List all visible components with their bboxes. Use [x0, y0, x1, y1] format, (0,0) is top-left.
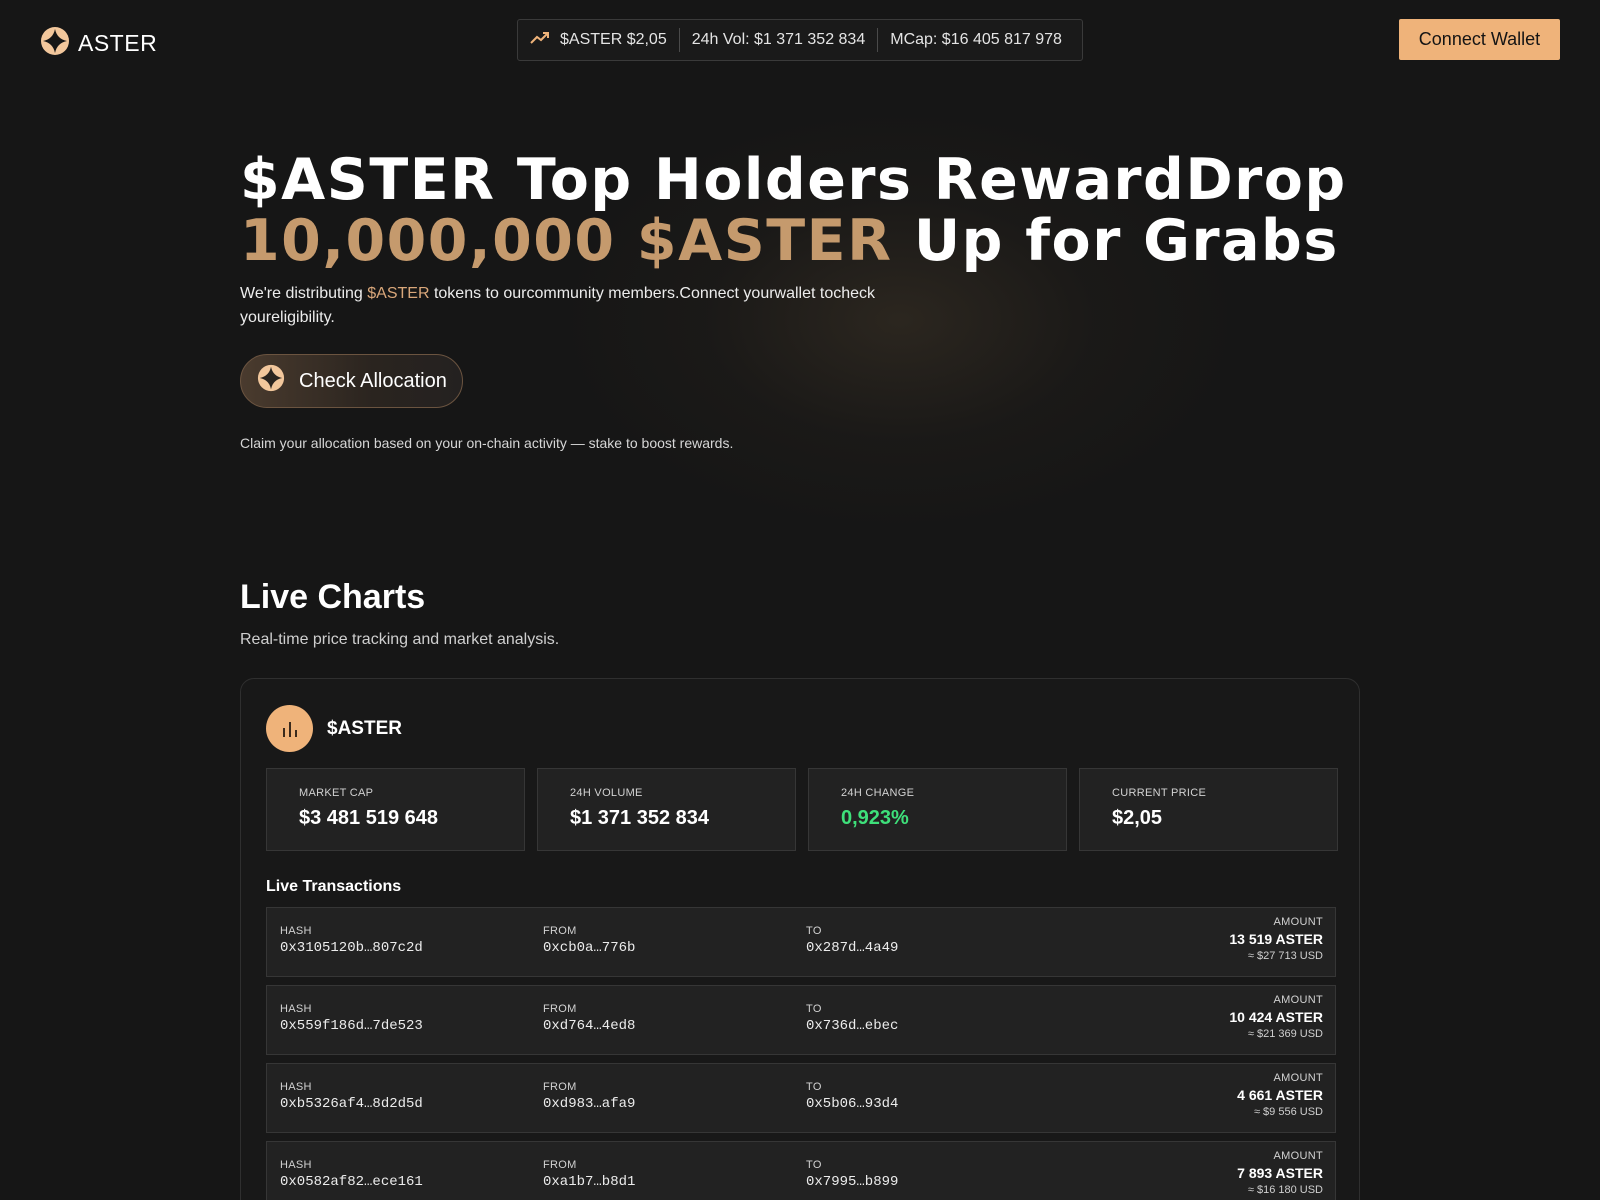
- tx-to: 0x287d…4a49: [806, 940, 899, 956]
- tx-hash: 0x0582af82…ece161: [280, 1174, 423, 1190]
- stat-24h-volume: 24H VOLUME $1 371 352 834: [537, 768, 796, 851]
- from-label: FROM: [543, 1081, 577, 1093]
- trending-up-icon: [530, 31, 550, 50]
- ticker-price: $ASTER $2,05: [560, 31, 667, 48]
- hero-section: $ASTER Top Holders RewardDrop 10,000,000…: [240, 150, 1400, 451]
- token-header: $ASTER: [266, 705, 402, 752]
- table-row[interactable]: HASH 0x3105120b…807c2d FROM 0xcb0a…776b TO…: [266, 907, 1336, 977]
- tx-hash: 0x559f186d…7de523: [280, 1018, 423, 1034]
- tx-amount: 13 519 ASTER: [1229, 931, 1323, 947]
- tx-to: 0x7995…b899: [806, 1174, 899, 1190]
- stat-label: 24H VOLUME: [570, 787, 643, 799]
- amount-label: AMOUNT: [1273, 916, 1323, 928]
- bar-chart-icon: [266, 705, 313, 752]
- from-label: FROM: [543, 925, 577, 937]
- tx-amount: 7 893 ASTER: [1237, 1165, 1323, 1181]
- ticker-volume: 24h Vol: $1 371 352 834: [691, 31, 866, 48]
- amount-label: AMOUNT: [1273, 1072, 1323, 1084]
- hero-desc-highlight: $ASTER: [367, 285, 430, 302]
- logo-text: ASTER: [78, 30, 158, 56]
- hash-label: HASH: [280, 925, 312, 937]
- tx-usd: ≈ $21 369 USD: [1247, 1028, 1323, 1040]
- tx-usd: ≈ $27 713 USD: [1247, 950, 1323, 962]
- stat-label: 24H CHANGE: [841, 787, 915, 799]
- hero-note: Claim your allocation based on your on-c…: [240, 435, 734, 451]
- live-charts-title: Live Charts: [240, 578, 426, 616]
- stats-row: MARKET CAP $3 481 519 648 24H VOLUME $1 …: [266, 768, 1338, 851]
- tx-amount: 10 424 ASTER: [1229, 1009, 1323, 1025]
- stat-value: $3 481 519 648: [299, 807, 439, 829]
- connect-wallet-button[interactable]: Connect Wallet: [1399, 19, 1560, 60]
- table-row[interactable]: HASH 0xb5326af4…8d2d5d FROM 0xd983…afa9 TO…: [266, 1063, 1336, 1133]
- price-ticker: $ASTER $2,05 24h Vol: $1 371 352 834 MCa…: [517, 19, 1083, 61]
- hash-label: HASH: [280, 1003, 312, 1015]
- to-label: TO: [806, 1081, 822, 1093]
- transactions-list: HASH 0x3105120b…807c2d FROM 0xcb0a…776b TO…: [266, 907, 1336, 1200]
- stat-label: MARKET CAP: [299, 787, 374, 799]
- amount-label: AMOUNT: [1273, 994, 1323, 1006]
- check-allocation-label: Check Allocation: [299, 369, 447, 392]
- hero-title-line1: $ASTER Top Holders RewardDrop: [240, 147, 1347, 213]
- tx-from: 0xcb0a…776b: [543, 940, 636, 956]
- amount-label: AMOUNT: [1273, 1150, 1323, 1162]
- to-label: TO: [806, 925, 822, 937]
- check-allocation-button[interactable]: Check Allocation: [240, 354, 463, 408]
- token-name: $ASTER: [327, 717, 402, 739]
- hash-label: HASH: [280, 1159, 312, 1171]
- tx-usd: ≈ $16 180 USD: [1247, 1184, 1323, 1196]
- tx-from: 0xd983…afa9: [543, 1096, 636, 1112]
- hero-desc-text: We're distributing: [240, 285, 368, 302]
- tx-to: 0x5b06…93d4: [806, 1096, 899, 1112]
- tx-from: 0xd764…4ed8: [543, 1018, 636, 1034]
- hero-title-line2: Up for Grabs: [892, 208, 1339, 274]
- tx-hash: 0x3105120b…807c2d: [280, 940, 423, 956]
- tx-amount: 4 661 ASTER: [1237, 1087, 1323, 1103]
- stat-label: CURRENT PRICE: [1112, 787, 1207, 799]
- live-charts-header: Live Charts Real-time price tracking and…: [240, 578, 559, 649]
- token-card: $ASTER MARKET CAP $3 481 519 648 24H VOL…: [240, 678, 1360, 1200]
- stat-value: 0,923%: [841, 807, 909, 829]
- stat-value: $2,05: [1112, 807, 1163, 829]
- table-row[interactable]: HASH 0x0582af82…ece161 FROM 0xa1b7…b8d1 TO…: [266, 1141, 1336, 1200]
- ticker-divider: [678, 28, 680, 52]
- hero-title: $ASTER Top Holders RewardDrop 10,000,000…: [240, 150, 1400, 272]
- tx-hash: 0xb5326af4…8d2d5d: [280, 1096, 423, 1112]
- live-charts-subtitle: Real-time price tracking and market anal…: [240, 631, 560, 648]
- hero-title-highlight: 10,000,000 $ASTER: [240, 208, 893, 274]
- ticker-mcap: MCap: $16 405 817 978: [890, 31, 1062, 48]
- stat-value: $1 371 352 834: [570, 807, 710, 829]
- aster-star-icon: [40, 26, 70, 61]
- live-transactions-title: Live Transactions: [266, 878, 402, 895]
- stat-current-price: CURRENT PRICE $2,05: [1079, 768, 1338, 851]
- ticker-divider: [877, 28, 879, 52]
- from-label: FROM: [543, 1003, 577, 1015]
- tx-usd: ≈ $9 556 USD: [1253, 1106, 1323, 1118]
- stat-market-cap: MARKET CAP $3 481 519 648: [266, 768, 525, 851]
- tx-to: 0x736d…ebec: [806, 1018, 899, 1034]
- stat-24h-change: 24H CHANGE 0,923%: [808, 768, 1067, 851]
- hero-description: We're distributing $ASTER tokens to ourc…: [240, 282, 900, 330]
- tx-from: 0xa1b7…b8d1: [543, 1174, 636, 1190]
- header: ASTER $ASTER $2,05 24h Vol: $1 371 352 8…: [0, 0, 1600, 80]
- page: ASTER $ASTER $2,05 24h Vol: $1 371 352 8…: [0, 0, 1600, 1200]
- aster-star-icon: [257, 364, 285, 398]
- table-row[interactable]: HASH 0x559f186d…7de523 FROM 0xd764…4ed8 TO…: [266, 985, 1336, 1055]
- to-label: TO: [806, 1159, 822, 1171]
- logo[interactable]: ASTER: [40, 26, 157, 61]
- to-label: TO: [806, 1003, 822, 1015]
- hash-label: HASH: [280, 1081, 312, 1093]
- from-label: FROM: [543, 1159, 577, 1171]
